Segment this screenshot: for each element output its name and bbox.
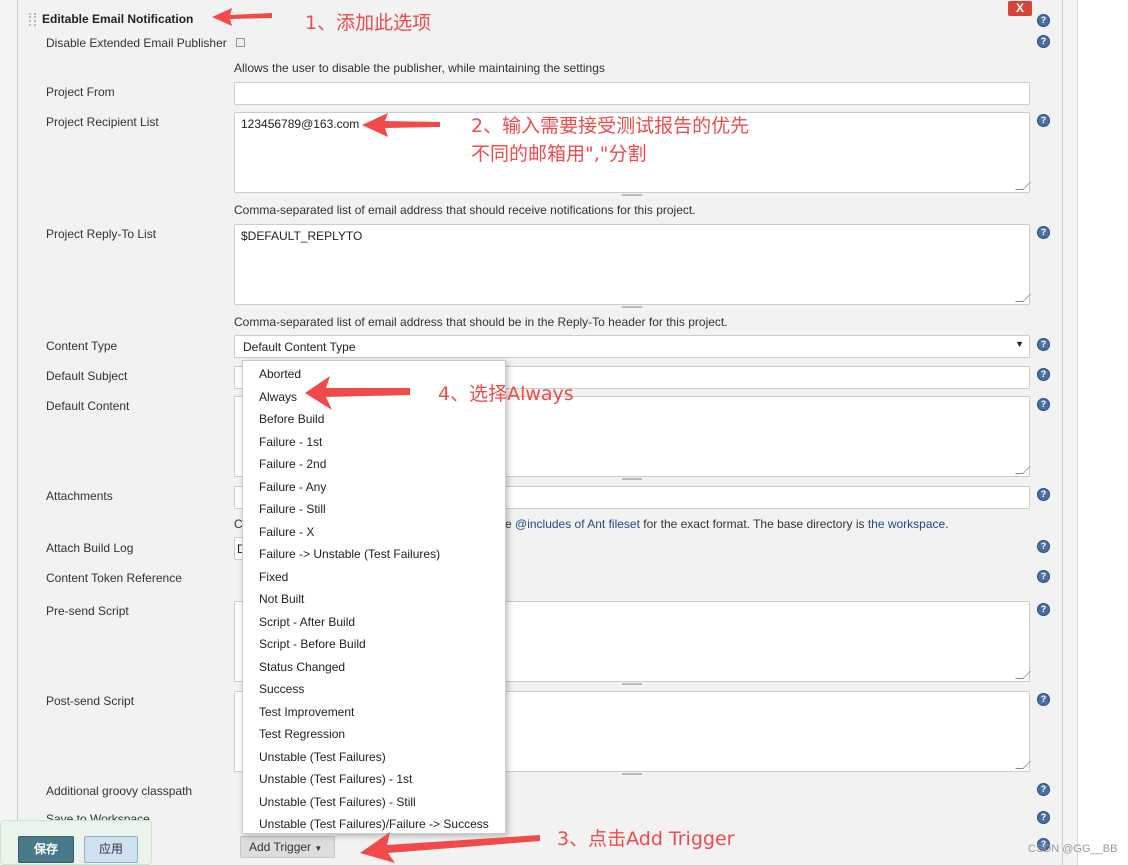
annotation-1: 1、添加此选项 bbox=[305, 12, 432, 34]
annotation-4: 4、选择Always bbox=[438, 383, 574, 405]
watermark: CSDN @GG__BB bbox=[1028, 843, 1118, 855]
arrow-3 bbox=[360, 832, 540, 863]
arrow-4 bbox=[305, 376, 410, 410]
arrow-2 bbox=[362, 113, 440, 137]
annotation-2-line1: 2、输入需要接受测试报告的优先 bbox=[471, 115, 750, 137]
arrow-1 bbox=[212, 8, 272, 26]
annotation-2-line2: 不同的邮箱用","分割 bbox=[471, 143, 647, 165]
annotation-3: 3、点击Add Trigger bbox=[557, 828, 735, 850]
